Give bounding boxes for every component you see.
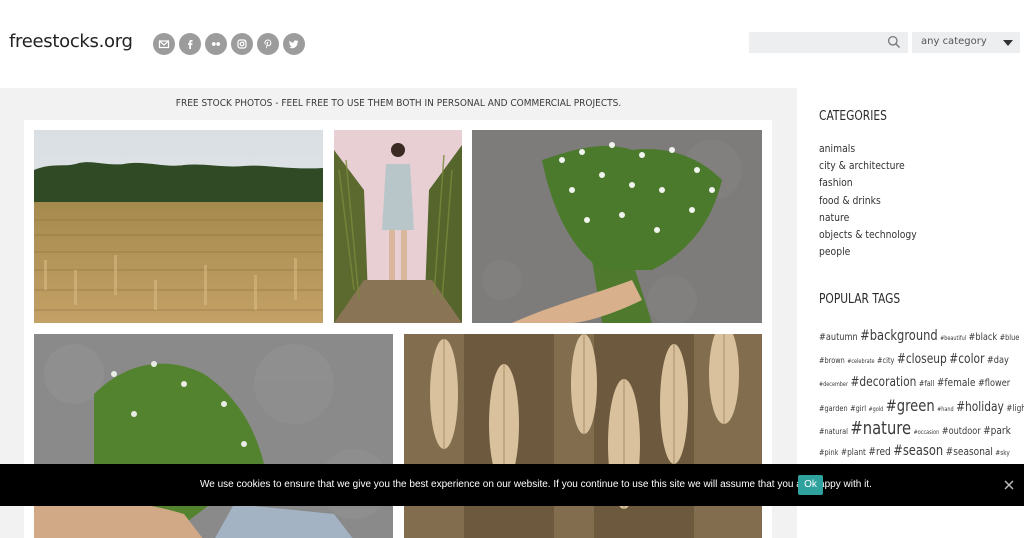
tag-link-fall[interactable]: #fall — [919, 372, 934, 395]
category-link-fashion[interactable]: fashion — [819, 175, 917, 192]
tag-link-city[interactable]: #city — [877, 349, 894, 372]
tag-link-park[interactable]: #park — [983, 419, 1011, 442]
tag-row: #december #decoration #fall #female #flower — [819, 371, 1010, 396]
tag-row: #autumn #background #beautiful #black #blue — [819, 325, 1019, 350]
cookie-message: We use cookies to ensure that we give yo… — [200, 479, 872, 490]
photo-girl-field-path[interactable] — [334, 130, 462, 323]
tag-link-pink[interactable]: #pink — [819, 441, 838, 464]
instagram-icon[interactable] — [231, 33, 253, 55]
pinterest-icon[interactable] — [257, 33, 279, 55]
categories-title: CATEGORIES — [819, 109, 887, 124]
category-select-value: any category — [921, 36, 987, 47]
tag-link-color[interactable]: #color — [949, 348, 984, 371]
cookie-banner: We use cookies to ensure that we give yo… — [0, 464, 1024, 506]
tag-link-plant[interactable]: #plant — [841, 442, 866, 465]
tag-link-flower[interactable]: #flower — [978, 372, 1010, 395]
category-link-animals[interactable]: animals — [819, 141, 917, 158]
tag-link-blue[interactable]: #blue — [1000, 326, 1020, 349]
tag-link-nature[interactable]: #nature — [850, 417, 911, 440]
category-link-food-drinks[interactable]: food & drinks — [819, 193, 917, 210]
tag-link-beautiful[interactable]: #beautiful — [940, 327, 966, 350]
category-link-people[interactable]: people — [819, 244, 917, 261]
tag-link-female[interactable]: #female — [937, 371, 976, 394]
tag-link-holiday[interactable]: #holiday — [956, 396, 1004, 419]
tag-link-black[interactable]: #black — [969, 326, 998, 349]
tag-link-light[interactable]: #light — [1006, 398, 1024, 421]
tag-link-brown[interactable]: #brown — [819, 349, 845, 372]
social-links — [153, 33, 305, 55]
twitter-icon[interactable] — [283, 33, 305, 55]
tag-link-day[interactable]: #day — [987, 349, 1009, 372]
category-link-city-architecture[interactable]: city & architecture — [819, 158, 917, 175]
flickr-icon[interactable] — [205, 33, 227, 55]
site-tagline: FREE STOCK PHOTOS - FEEL FREE TO USE THE… — [175, 98, 622, 109]
tag-link-red[interactable]: #red — [868, 440, 890, 463]
photo-wheat-field[interactable] — [34, 130, 323, 323]
cookie-ok-button[interactable]: Ok — [798, 475, 823, 495]
tag-row: #brown #celebrate #city #closeup #color #day — [819, 348, 1009, 373]
category-link-objects-technology[interactable]: objects & technology — [819, 227, 917, 244]
category-link-nature[interactable]: nature — [819, 210, 917, 227]
tag-row: #natural #nature #occasion #outdoor #park — [819, 417, 1011, 440]
close-icon[interactable] — [1003, 479, 1015, 491]
tag-link-season[interactable]: #season — [893, 440, 943, 463]
tag-link-background[interactable]: #background — [860, 325, 938, 348]
photo-white-flowers-hand[interactable] — [472, 130, 762, 323]
search-input[interactable] — [749, 32, 908, 53]
site-header: freestocks.org any category — [0, 0, 1024, 88]
tag-link-closeup[interactable]: #closeup — [897, 348, 947, 371]
tag-link-autumn[interactable]: #autumn — [819, 326, 858, 349]
search-icon[interactable] — [887, 35, 901, 49]
category-select[interactable]: any category — [912, 32, 1020, 53]
chevron-down-icon — [1003, 40, 1013, 46]
tag-row: #pink #plant #red #season #seasonal #sky — [819, 440, 1010, 465]
tag-link-december[interactable]: #december — [819, 373, 848, 396]
tag-link-decoration[interactable]: #decoration — [850, 371, 916, 394]
popular-tags-title: POPULAR TAGS — [819, 292, 901, 307]
facebook-icon[interactable] — [179, 33, 201, 55]
category-list: animals city & architecture fashion food… — [819, 141, 930, 261]
email-icon[interactable] — [153, 33, 175, 55]
site-logo[interactable]: freestocks.org — [9, 31, 133, 52]
tag-row: #garden #girl #gold #green #hand #holiday #lig… — [819, 394, 1024, 417]
tag-link-seasonal[interactable]: #seasonal — [946, 440, 993, 463]
photo-green-wildflowers[interactable] — [34, 334, 393, 538]
tag-link-green[interactable]: #green — [886, 394, 935, 417]
tag-link-sky[interactable]: #sky — [995, 442, 1009, 465]
photo-wheat-closeup[interactable] — [404, 334, 762, 538]
tag-link-celebrate[interactable]: #celebrate — [847, 350, 874, 373]
